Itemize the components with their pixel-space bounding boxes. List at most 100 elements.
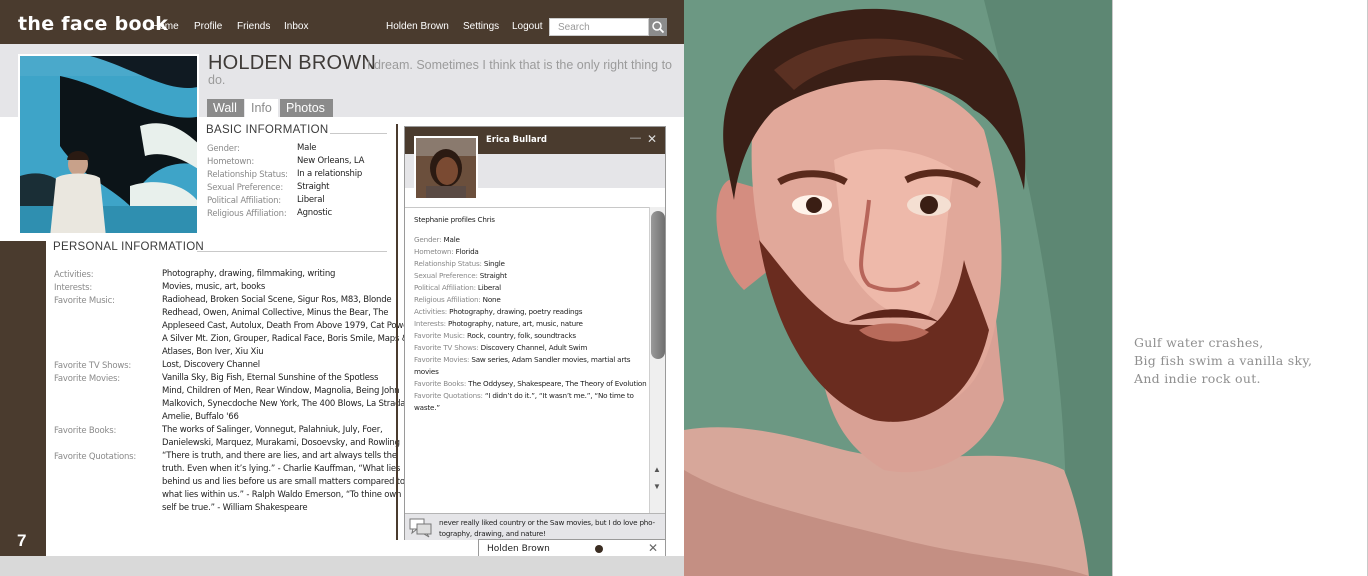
chat-profile-value: “I didn’t do it.”, “It wasn’t me.”, “No … (484, 391, 634, 400)
nav-inbox[interactable]: Inbox (284, 21, 308, 32)
chat-profile-value: Photography, nature, art, music, nature (447, 319, 583, 328)
chat-profile-row: Hometown: Florida (414, 246, 479, 258)
chat-profile-label: Relationship Status: (414, 259, 482, 268)
chat-profile-value: Photography, drawing, poetry readings (449, 307, 583, 316)
personal-info-value: Vanilla Sky, Big Fish, Eternal Sunshine … (162, 373, 379, 383)
chat-profile-value: Male (443, 235, 460, 244)
chat-profile-row: Activities: Photography, drawing, poetry… (414, 306, 583, 318)
profile-photo[interactable] (18, 54, 199, 235)
chat-input-area[interactable]: never really liked country or the Saw mo… (405, 513, 665, 540)
chat-profile-row: Relationship Status: Single (414, 258, 505, 270)
basic-info-label: Gender: (207, 144, 240, 154)
online-status-dot (595, 545, 603, 553)
chat-profile-row: Religious Affiliation: None (414, 294, 501, 306)
basic-info-value: Straight (297, 182, 330, 192)
nav-logout[interactable]: Logout (512, 21, 543, 32)
bottom-strip (0, 556, 684, 576)
chat-profile-value: Florida (455, 247, 479, 256)
chat-message-line: never really liked country or the Saw mo… (439, 518, 655, 527)
chat-profile-label: Political Affiliation: (414, 283, 476, 292)
chat-profile-row: waste.” (414, 402, 440, 414)
personal-info-label: Favorite Books: (54, 426, 117, 436)
nav-home[interactable]: Home (152, 21, 179, 32)
basic-info-value: In a relationship (297, 169, 363, 179)
site-logo[interactable]: the face book (18, 13, 168, 35)
tab-photos[interactable]: Photos (280, 99, 333, 117)
chat-profile-label: Interests: (414, 319, 446, 328)
personal-info-value: truth. Even when it’s lying.” - Charlie … (162, 464, 401, 474)
close-icon[interactable]: ✕ (647, 132, 657, 146)
chat-profile-row: Favorite Books: The Oddysey, Shakespeare… (414, 378, 647, 390)
chat-avatar (414, 136, 478, 200)
basic-info-value: Liberal (297, 195, 325, 205)
speech-bubble-icon (409, 518, 432, 538)
chat-profile-value: movies (414, 367, 439, 376)
haiku-line: And indie rock out. (1134, 371, 1261, 386)
scroll-down-arrow-icon[interactable]: ▼ (653, 482, 661, 491)
search-input[interactable]: Search (549, 18, 649, 36)
chat-profile-label: Gender: (414, 235, 442, 244)
personal-info-value: Radiohead, Broken Social Scene, Sigur Ro… (162, 295, 392, 305)
chat-profile-label: Favorite Movies: (414, 355, 470, 364)
personal-info-value: Mind, Children of Men, Rear Window, Magn… (162, 386, 400, 396)
chat-profile-row: Interests: Photography, nature, art, mus… (414, 318, 583, 330)
chat-message-area[interactable]: Stephanie profiles Chris Gender: Male Ho… (405, 207, 649, 513)
chat-profile-row: Favorite TV Shows: Discovery Channel, Ad… (414, 342, 587, 354)
basic-info-value: Agnostic (297, 208, 332, 218)
section-divider (330, 133, 387, 134)
chat-profile-row: Favorite Movies: Saw series, Adam Sandle… (414, 354, 630, 366)
chat-profile-label: Activities: (414, 307, 448, 316)
portrait-painting (684, 0, 1112, 576)
search-button[interactable] (649, 18, 667, 36)
nav-profile[interactable]: Profile (194, 21, 222, 32)
chat-profile-label: Hometown: (414, 247, 454, 256)
personal-info-value: Lost, Discovery Channel (162, 360, 260, 370)
haiku-line: Gulf water crashes, (1134, 335, 1264, 350)
basic-info-label: Hometown: (207, 157, 255, 167)
personal-info-value: A Silver Mt. Zion, Grouper, Radical Face… (162, 334, 409, 344)
search-icon (652, 21, 665, 34)
haiku-line: Big fish swim a vanilla sky, (1134, 353, 1313, 368)
chat-profile-value: Rock, country, folk, soundtracks (466, 331, 576, 340)
personal-info-label: Favorite Music: (54, 296, 115, 306)
chat-scrollbar[interactable]: ▲ ▼ (649, 207, 665, 513)
chat-profile-row: Political Affiliation: Liberal (414, 282, 501, 294)
chat-profile-label: Favorite Music: (414, 331, 465, 340)
nav-user-name[interactable]: Holden Brown (386, 21, 449, 32)
personal-info-value: what lies within us.” - Ralph Waldo Emer… (162, 490, 402, 500)
tab-info[interactable]: Info (245, 99, 278, 117)
personal-info-value: behind us and lies before us are small m… (162, 477, 405, 487)
personal-info-title: PERSONAL INFORMATION (53, 241, 205, 253)
nav-friends[interactable]: Friends (237, 21, 270, 32)
scrollbar-thumb[interactable] (651, 211, 665, 359)
personal-info-label: Favorite Quotations: (54, 452, 137, 462)
tab-wall[interactable]: Wall (207, 99, 244, 117)
chat-profile-value: Saw series, Adam Sandler movies, martial… (471, 355, 631, 364)
close-icon[interactable]: ✕ (648, 541, 658, 555)
personal-info-label: Interests: (54, 283, 93, 293)
haiku-page: Gulf water crashes, Big fish swim a vani… (1112, 0, 1368, 576)
personal-info-value: Atlases, Bon Iver, Xiu Xiu (162, 347, 264, 357)
chat-profile-label: Religious Affiliation: (414, 295, 481, 304)
chat-profile-value: The Oddysey, Shakespeare, The Theory of … (468, 379, 647, 388)
chat-profile-label: Favorite Quotations: (414, 391, 483, 400)
chat-profile-row: movies (414, 366, 439, 378)
personal-info-label: Favorite Movies: (54, 374, 120, 384)
chat-profile-label: Favorite TV Shows: (414, 343, 479, 352)
chat-message-text[interactable]: never really liked country or the Saw mo… (439, 517, 661, 539)
chat-window[interactable]: Erica Bullard — ✕ Stephanie profiles Chr… (404, 126, 666, 540)
minimize-icon[interactable]: — (630, 132, 641, 144)
scroll-up-arrow-icon[interactable]: ▲ (653, 465, 661, 474)
nav-settings[interactable]: Settings (463, 21, 499, 32)
personal-info-value: Malkovich, Synecdoche New York, The 400 … (162, 399, 408, 409)
personal-info-label: Activities: (54, 270, 94, 280)
personal-info-value: The works of Salinger, Vonnegut, Palahni… (162, 425, 383, 435)
personal-info-value: Photography, drawing, filmmaking, writin… (162, 269, 336, 279)
chat-contact-name: Erica Bullard (486, 135, 548, 145)
personal-info-value: Amelie, Buffalo '66 (162, 412, 239, 422)
chat-profile-row: Sexual Preference: Straight (414, 270, 507, 282)
facebook-page: the face book Home Profile Friends Inbox… (0, 0, 684, 576)
chat-tab[interactable]: Holden Brown ✕ (478, 539, 666, 557)
personal-info-value: “There is truth, and there are lies, and… (162, 451, 397, 461)
basic-info-label: Sexual Preference: (207, 183, 283, 193)
